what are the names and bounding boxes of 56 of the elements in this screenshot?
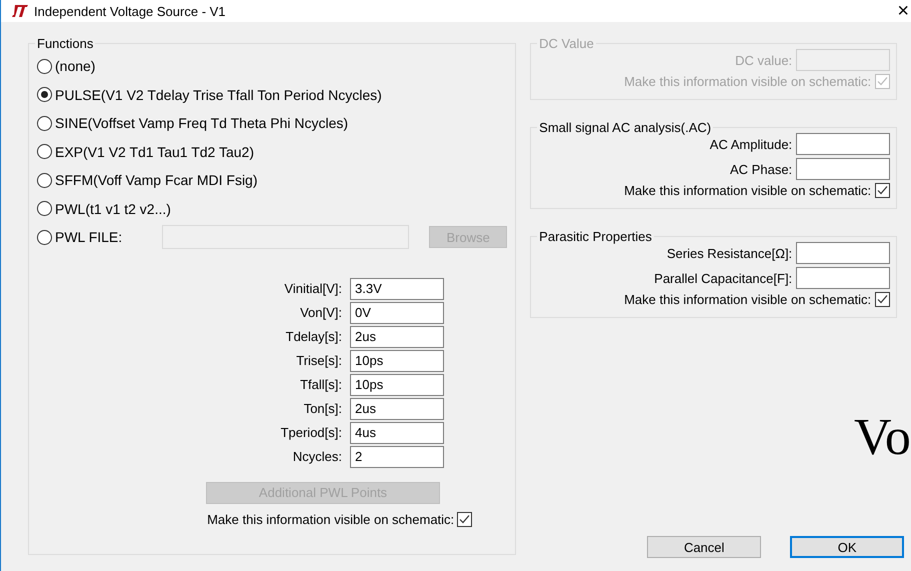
radio-button[interactable] xyxy=(37,87,52,102)
input-field[interactable]: 10ps xyxy=(350,350,444,372)
input-field[interactable] xyxy=(796,158,890,180)
input-field[interactable]: 4us xyxy=(350,422,444,444)
visible-label: Make this information visible on schematic: xyxy=(207,512,454,526)
checkbox[interactable] xyxy=(875,183,890,198)
close-button[interactable]: × xyxy=(887,1,911,21)
input-field[interactable] xyxy=(796,267,890,289)
dialog-button[interactable]: Cancel xyxy=(647,536,762,558)
checkbox[interactable] xyxy=(875,292,890,307)
dialog-button[interactable]: OK xyxy=(790,536,904,558)
option-label[interactable]: PULSE(V1 V2 Tdelay Trise Tfall Ton Period Ncycles) xyxy=(55,86,382,103)
visible-label: Make this information visible on schematic: xyxy=(624,183,872,198)
input-field[interactable]: 2us xyxy=(350,398,444,420)
radio-button[interactable] xyxy=(37,116,52,131)
radio-button[interactable] xyxy=(37,230,52,245)
radio-button[interactable] xyxy=(37,201,52,216)
group-title: Parasitic Properties xyxy=(538,229,653,244)
window-title: Independent Voltage Source - V1 xyxy=(34,4,227,18)
logo-icon xyxy=(12,5,28,17)
visible-label: Make this information visible on schematic: xyxy=(624,292,872,307)
input-field[interactable]: 2us xyxy=(350,326,444,348)
radio-button[interactable] xyxy=(37,172,52,188)
group-title: Small signal AC analysis(.AC) xyxy=(538,120,712,135)
parameter-label: Tdelay[s]: xyxy=(284,328,342,346)
option-label[interactable]: PWL(t1 v1 t2 v2...) xyxy=(55,200,171,217)
option-label[interactable]: PWL FILE: xyxy=(55,229,122,246)
field-label: DC value: xyxy=(735,52,792,68)
field-label: AC Amplitude: xyxy=(710,136,792,152)
radio-button[interactable] xyxy=(37,58,52,74)
parameter-label: Ton[s]: xyxy=(302,400,342,418)
field-label: Parallel Capacitance[F]: xyxy=(654,270,792,286)
field-label: Series Resistance[Ω]: xyxy=(666,246,792,260)
parameter-label: Von[V]: xyxy=(299,304,342,322)
option-label[interactable]: SINE(Voffset Vamp Freq Td Theta Phi Ncycles) xyxy=(55,115,348,132)
option-label[interactable]: SFFM(Voff Vamp Fcar MDI Fsig) xyxy=(55,172,258,188)
overlay-text: Vo xyxy=(854,412,911,464)
checkbox[interactable] xyxy=(457,512,472,526)
parameter-label: Tfall[s]: xyxy=(299,376,342,394)
input-field[interactable]: 0V xyxy=(350,302,444,324)
input-field[interactable] xyxy=(796,133,890,155)
field-label: AC Phase: xyxy=(730,162,792,176)
input-field[interactable]: 3.3V xyxy=(350,278,444,300)
input-field[interactable]: 10ps xyxy=(350,374,444,396)
visible-label: Make this information visible on schematic: xyxy=(624,74,872,89)
parameter-label: Ncycles: xyxy=(292,448,342,466)
option-label[interactable]: EXP(V1 V2 Td1 Tau1 Td2 Tau2) xyxy=(55,144,254,160)
parameter-label: Vinitial[V]: xyxy=(283,280,342,298)
input-field[interactable]: 2 xyxy=(350,446,444,468)
parameter-label: Trise[s]: xyxy=(295,352,342,370)
option-label[interactable]: (none) xyxy=(55,58,96,74)
radio-button[interactable] xyxy=(37,144,52,160)
group-title: Functions xyxy=(36,36,94,51)
group-title: DC Value xyxy=(538,36,595,51)
input-field[interactable] xyxy=(796,242,890,264)
parameter-label: Tperiod[s]: xyxy=(280,424,342,442)
